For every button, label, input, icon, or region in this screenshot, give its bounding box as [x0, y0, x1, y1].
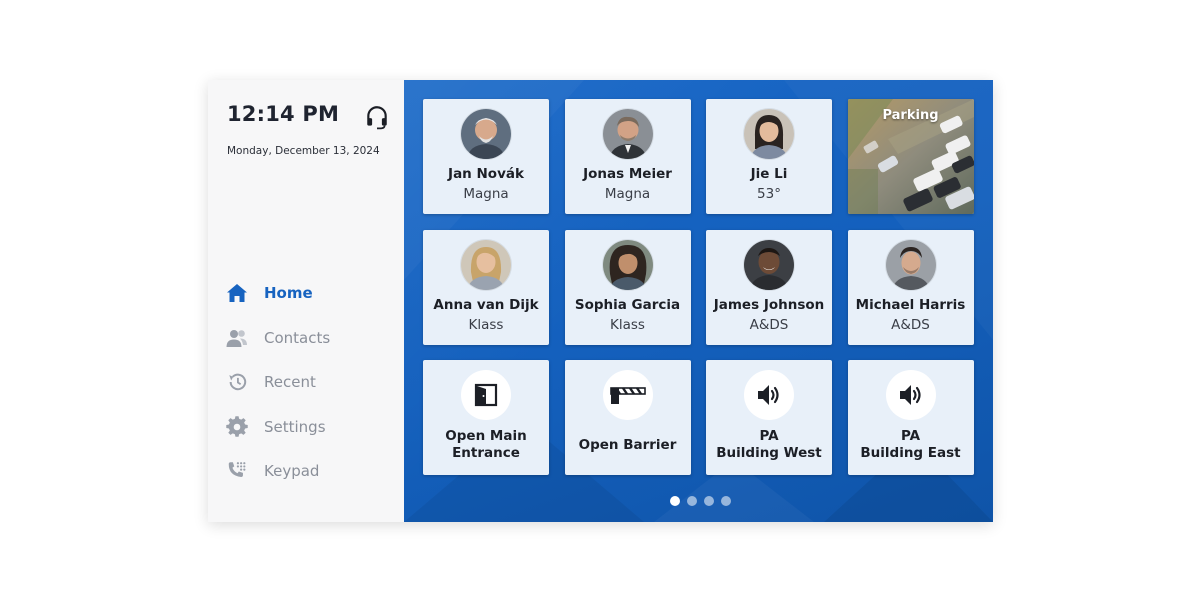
nav-item-recent[interactable]: Recent — [226, 371, 330, 393]
home-grid-panel: Jan Novák Magna Jonas Meier Magna Jie Li… — [404, 80, 993, 522]
action-label: Open Barrier — [579, 437, 677, 454]
action-label-line2: Entrance — [452, 445, 520, 461]
contact-name: Jonas Meier — [583, 166, 672, 182]
contact-tile-sophia-garcia[interactable]: Sophia Garcia Klass — [564, 229, 691, 345]
intercom-panel: 12:14 PM Monday, December 13, 2024 Home — [208, 80, 993, 522]
contact-company: A&DS — [749, 316, 789, 333]
contact-tile-jan-novak[interactable]: Jan Novák Magna — [423, 99, 549, 214]
speaker-icon — [885, 370, 936, 420]
nav-item-settings[interactable]: Settings — [226, 415, 330, 438]
history-icon — [226, 371, 250, 393]
page-dot-3[interactable] — [704, 496, 714, 506]
page-dot-2[interactable] — [687, 496, 697, 506]
contact-name: James Johnson — [713, 296, 825, 313]
action-label-line1: PA — [900, 428, 921, 444]
barrier-gate-icon — [602, 370, 653, 420]
headset-icon[interactable] — [364, 104, 390, 130]
contact-company: Klass — [468, 316, 504, 333]
avatar — [461, 109, 511, 159]
avatar — [744, 239, 794, 290]
door-icon — [461, 370, 511, 420]
avatar — [602, 239, 653, 290]
tile-grid: Jan Novák Magna Jonas Meier Magna Jie Li… — [423, 99, 974, 475]
action-label: Open Main Entrance — [445, 428, 526, 462]
contact-name: Sophia Garcia — [574, 296, 681, 313]
avatar — [885, 239, 936, 290]
contact-name: Michael Harris — [855, 296, 966, 313]
contact-tile-james-johnson[interactable]: James Johnson A&DS — [706, 229, 832, 345]
action-tile-pa-building-east[interactable]: PA Building East — [847, 360, 974, 475]
gear-icon — [226, 415, 250, 438]
action-label-line1: Open Main — [445, 428, 527, 444]
contact-name: Jan Novák — [448, 166, 524, 182]
contact-tile-michael-harris[interactable]: Michael Harris A&DS — [847, 229, 974, 345]
main-nav: Home Contacts Recent Settings Keypad — [226, 282, 330, 505]
avatar — [602, 109, 653, 159]
contact-company: A&DS — [891, 316, 930, 333]
nav-label-home: Home — [264, 284, 313, 302]
nav-label-recent: Recent — [264, 373, 316, 391]
contact-company: Magna — [463, 186, 509, 202]
nav-label-keypad: Keypad — [264, 462, 320, 480]
home-icon — [226, 282, 250, 304]
sidebar: 12:14 PM Monday, December 13, 2024 Home — [208, 80, 404, 522]
clock-time: 12:14 PM — [227, 102, 340, 126]
camera-tile-parking[interactable]: Parking — [847, 99, 974, 214]
action-label: PA Building East — [860, 428, 960, 462]
avatar — [461, 239, 511, 290]
contact-company: Magna — [604, 186, 651, 202]
action-label-line1: Open Barrier — [578, 437, 677, 453]
action-label-line2: Building East — [860, 445, 961, 461]
contact-tile-jie-li[interactable]: Jie Li 53° — [706, 99, 832, 214]
page-dot-1[interactable] — [670, 496, 680, 506]
phone-keypad-icon — [226, 460, 250, 482]
action-label-line2: Building West — [716, 445, 822, 461]
camera-label: Parking — [882, 108, 939, 123]
nav-label-settings: Settings — [264, 417, 326, 436]
avatar — [744, 109, 794, 159]
contact-tile-anna-van-dijk[interactable]: Anna van Dijk Klass — [423, 229, 549, 345]
contacts-icon — [226, 327, 250, 349]
contact-company: 53° — [757, 186, 781, 202]
action-label: PA Building West — [716, 428, 821, 462]
nav-item-contacts[interactable]: Contacts — [226, 327, 330, 349]
nav-item-keypad[interactable]: Keypad — [226, 460, 330, 482]
action-tile-open-barrier[interactable]: Open Barrier — [564, 360, 691, 475]
clock-date: Monday, December 13, 2024 — [227, 145, 380, 157]
contact-tile-jonas-meier[interactable]: Jonas Meier Magna — [564, 99, 691, 214]
contact-company: Klass — [610, 316, 645, 333]
action-tile-pa-building-west[interactable]: PA Building West — [706, 360, 832, 475]
nav-label-contacts: Contacts — [264, 328, 331, 347]
speaker-icon — [744, 370, 794, 420]
action-label-line1: PA — [759, 428, 779, 444]
nav-item-home[interactable]: Home — [226, 282, 330, 304]
contact-name: Jie Li — [750, 166, 788, 182]
contact-name: Anna van Dijk — [433, 296, 539, 313]
page-dot-4[interactable] — [721, 496, 731, 506]
page-indicator — [670, 496, 731, 506]
action-tile-open-main-entrance[interactable]: Open Main Entrance — [423, 360, 549, 475]
